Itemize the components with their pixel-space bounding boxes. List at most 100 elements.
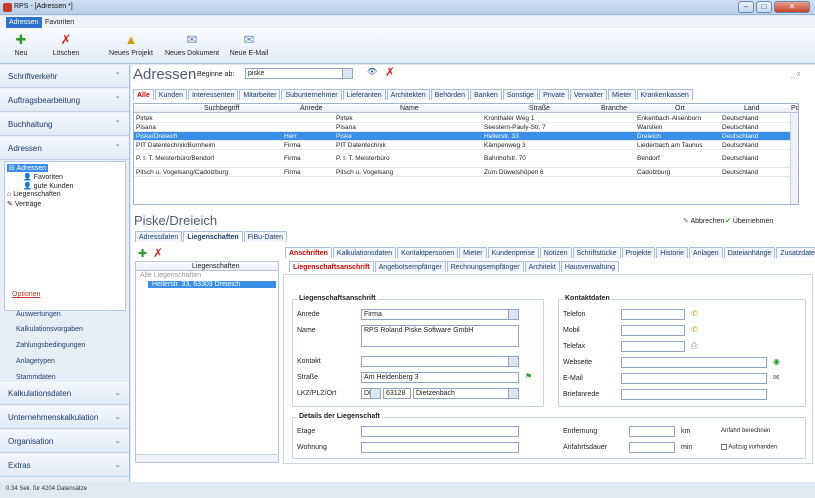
col-ort[interactable]: Ort: [675, 104, 685, 113]
col-po[interactable]: Po: [791, 104, 798, 113]
option-kalkulationsvorgaben[interactable]: Kalkulationsvorgaben: [16, 326, 83, 333]
subtab-5[interactable]: Notizen: [539, 247, 572, 258]
cancel-button[interactable]: ✎ Abbrechen: [683, 217, 724, 225]
anrede-select[interactable]: Firma: [361, 309, 519, 320]
tab-liegenschaften[interactable]: Liegenschaften: [183, 231, 243, 242]
category-tab-3[interactable]: Mitarbeiter: [239, 89, 281, 100]
ort-field[interactable]: Dietzenbach: [413, 388, 519, 399]
subtab-10[interactable]: Dateianhänge: [723, 247, 776, 258]
clear-filter-icon[interactable]: ✗: [385, 65, 395, 79]
telefax-field[interactable]: [621, 341, 685, 352]
email-field[interactable]: [621, 373, 767, 384]
category-tab-12[interactable]: Mieter: [608, 89, 636, 100]
plz-field[interactable]: 63128: [383, 388, 411, 399]
apply-button[interactable]: ✔ Übernehmen: [725, 217, 773, 225]
category-tab-10[interactable]: Private: [539, 89, 569, 100]
table-row[interactable]: PIT Datentechnik/Bornheim Firma PIT Datent…: [134, 141, 798, 150]
category-tab-2[interactable]: Interessenten: [187, 89, 239, 100]
strasse-field[interactable]: Am Heldenberg 3: [361, 372, 519, 383]
category-tab-6[interactable]: Architekten: [386, 89, 430, 100]
subtab-8[interactable]: Historie: [656, 247, 688, 258]
subtab-0[interactable]: Anschriften: [285, 247, 332, 258]
maximize-button[interactable]: □: [756, 1, 772, 13]
entfernung-field[interactable]: [629, 426, 675, 437]
nav-adressen[interactable]: Adressen ⌃: [0, 137, 129, 160]
nav-buchhaltung[interactable]: Buchhaltung ⌃: [0, 113, 129, 136]
category-tab-7[interactable]: Behörden: [430, 89, 470, 100]
mobile-icon[interactable]: ✆: [691, 325, 698, 334]
subtab-11[interactable]: Zusatzdaten: [776, 247, 815, 258]
col-strasse[interactable]: Straße: [529, 104, 550, 113]
subtab2-0[interactable]: Liegenschaftsanschrift: [289, 261, 374, 272]
option-stammdaten[interactable]: Stammdaten: [16, 374, 56, 381]
briefanrede-field[interactable]: [621, 389, 767, 400]
option-auswertungen[interactable]: Auswertungen: [16, 311, 61, 318]
option-anlagetypen[interactable]: Anlagetypen: [16, 358, 55, 365]
table-row[interactable]: P. I. T. Meisterbüro/Bendorf Firma P. I. T…: [134, 150, 798, 168]
wohnung-field[interactable]: [361, 442, 519, 453]
subtab-2[interactable]: Kontaktpersonen: [397, 247, 459, 258]
tree-item-property[interactable]: Hellerstr. 33, 63303 Dreieich: [148, 281, 276, 288]
fax-icon[interactable]: ⎙: [691, 341, 697, 351]
add-icon[interactable]: ✚: [138, 247, 147, 260]
subtab-3[interactable]: Mieter: [459, 247, 487, 258]
panel-min-close[interactable]: _ x: [791, 71, 800, 78]
subtab2-1[interactable]: Angebotsempfänger: [374, 261, 446, 272]
new-project-button[interactable]: ▲ Neues Projekt: [106, 32, 156, 57]
table-row[interactable]: Pisana Pisana Seestern-Pauly-Str. 7 Warstei…: [134, 123, 798, 132]
subtab-1[interactable]: Kalkulationsdaten: [332, 247, 397, 258]
new-button[interactable]: ✚ Neu: [10, 32, 32, 57]
subtab-4[interactable]: Kundenpreise: [487, 247, 539, 258]
delete-icon[interactable]: ✗: [153, 246, 163, 260]
category-tab-0[interactable]: Alle: [133, 89, 154, 100]
subtab2-4[interactable]: Hausverwaltung: [560, 261, 620, 272]
option-zahlungsbedingungen[interactable]: Zahlungsbedingungen: [16, 342, 85, 349]
new-email-button[interactable]: ✉ Neue E-Mail: [226, 32, 272, 57]
anfahrtsdauer-field[interactable]: [629, 442, 675, 453]
nav-unternehmenskalkulation[interactable]: Unternehmenskalkulation ⌄: [0, 406, 129, 429]
col-suchbegriff[interactable]: Suchbegriff: [204, 104, 239, 113]
tree-item-gute-kunden[interactable]: 👤 gute Kunden: [23, 182, 73, 190]
etage-field[interactable]: [361, 426, 519, 437]
category-tab-5[interactable]: Lieferanten: [342, 89, 386, 100]
tree-item-favoriten[interactable]: 👤 Favoriten: [23, 173, 63, 181]
col-land[interactable]: Land: [744, 104, 760, 113]
filter-input[interactable]: piske: [245, 68, 353, 79]
webseite-field[interactable]: [621, 357, 767, 368]
tree-item-vertraege[interactable]: ✎ Verträge: [7, 200, 41, 208]
nav-kalkulationsdaten[interactable]: Kalkulationsdaten ⌄: [0, 382, 129, 405]
table-row[interactable]: Pirtek Pirtek Kronthaler Weg 1 Enkenbach-Al…: [134, 114, 798, 123]
col-anrede[interactable]: Anrede: [300, 104, 323, 113]
nav-auftragsbearbeitung[interactable]: Auftragsbearbeitung ⌃: [0, 89, 129, 112]
new-document-button[interactable]: ✉ Neues Dokument: [164, 32, 220, 57]
kontakt-select[interactable]: [361, 356, 519, 367]
subtab-6[interactable]: Schriftstücke: [572, 247, 621, 258]
col-branche[interactable]: Branche: [601, 104, 627, 113]
subtab2-2[interactable]: Rechnungsempfänger: [446, 261, 524, 272]
category-tab-4[interactable]: Subunternehmer: [281, 89, 342, 100]
close-window-button[interactable]: ✕: [774, 1, 810, 13]
subtab2-3[interactable]: Architekt: [524, 261, 560, 272]
mail-icon[interactable]: ✉: [773, 373, 780, 382]
tree-hscroll[interactable]: [136, 454, 278, 462]
mobil-field[interactable]: [621, 325, 685, 336]
subtab-9[interactable]: Anlagen: [689, 247, 723, 258]
tree-root[interactable]: Alle Liegenschaften: [140, 272, 201, 279]
route-button[interactable]: Anfahrt berechnen: [721, 428, 770, 434]
subtab-7[interactable]: Projekte: [621, 247, 656, 258]
category-tab-1[interactable]: Kunden: [154, 89, 187, 100]
tab-fibu[interactable]: FiBu-Daten: [243, 231, 288, 242]
map-icon[interactable]: ⚑: [525, 372, 532, 381]
menu-tab-adressen[interactable]: Adressen: [6, 17, 42, 28]
category-tab-13[interactable]: Krankenkassen: [636, 89, 693, 100]
eye-icon[interactable]: 👁: [367, 67, 377, 76]
aufzug-checkbox[interactable]: Aufzug vorhanden: [721, 444, 777, 451]
nav-schriftverkehr[interactable]: Schriftverkehr ⌃: [0, 65, 129, 88]
phone-icon[interactable]: ✆: [691, 309, 698, 318]
table-row[interactable]: Pitsch u. Vogelsang/Cadolzburg Firma Pitsc…: [134, 168, 798, 177]
lkz-select[interactable]: DE: [361, 388, 381, 399]
grid-scrollbar[interactable]: [790, 113, 798, 204]
name-field[interactable]: RPS Roland Piske Software GmbH: [361, 325, 519, 347]
category-tab-11[interactable]: Verwalter: [569, 89, 608, 100]
telefon-field[interactable]: [621, 309, 685, 320]
